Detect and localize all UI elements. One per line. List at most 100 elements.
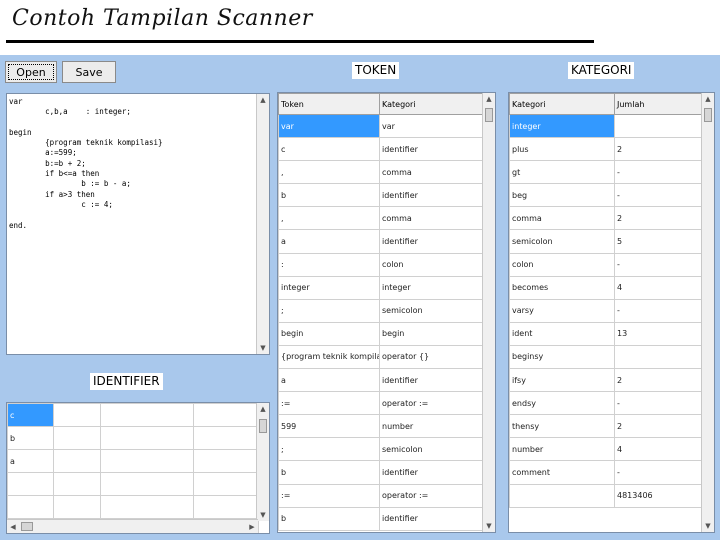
column-header[interactable]: Token xyxy=(278,93,380,115)
empty-cell[interactable] xyxy=(193,403,259,427)
table-cell[interactable]: becomes xyxy=(509,275,615,300)
table-row[interactable]: c identifier xyxy=(278,137,485,162)
scroll-thumb[interactable] xyxy=(21,522,33,531)
table-cell[interactable]: semicolon xyxy=(379,298,485,323)
table-cell[interactable]: b xyxy=(278,460,380,485)
table-cell[interactable]: , xyxy=(278,160,380,185)
table-cell[interactable]: comma xyxy=(379,206,485,231)
table-cell[interactable]: - xyxy=(614,298,704,323)
table-cell[interactable]: operator := xyxy=(379,391,485,416)
table-cell[interactable]: 4813406 xyxy=(614,483,704,508)
table-row[interactable]: , comma xyxy=(278,206,485,231)
table-cell[interactable]: 2 xyxy=(614,206,704,231)
table-cell[interactable]: identifier xyxy=(379,506,485,531)
table-cell[interactable]: 5 xyxy=(614,229,704,254)
table-row[interactable]: : colon xyxy=(278,252,485,277)
table-cell[interactable]: ; xyxy=(278,437,380,462)
table-cell[interactable]: identifier xyxy=(379,229,485,254)
scroll-down-arrow-icon[interactable]: ▼ xyxy=(257,509,269,521)
table-cell[interactable]: thensy xyxy=(509,414,615,439)
identifier-cell[interactable]: a xyxy=(7,449,54,473)
scroll-left-arrow-icon[interactable]: ◀ xyxy=(7,520,19,533)
table-row[interactable]: b xyxy=(7,426,259,450)
identifier-vertical-scrollbar[interactable]: ▲ ▼ xyxy=(256,403,269,521)
table-cell[interactable]: var xyxy=(278,113,380,139)
table-cell[interactable]: 4 xyxy=(614,275,704,300)
table-cell[interactable]: ident xyxy=(509,321,615,346)
table-cell[interactable]: var xyxy=(379,113,485,139)
table-cell[interactable]: colon xyxy=(509,252,615,277)
table-cell[interactable]: integer xyxy=(278,275,380,300)
empty-cell[interactable] xyxy=(100,403,194,427)
table-cell[interactable]: plus xyxy=(509,137,615,162)
table-row[interactable]: colon - xyxy=(509,252,704,277)
table-row[interactable] xyxy=(7,472,259,496)
table-cell[interactable]: operator := xyxy=(379,483,485,508)
table-row[interactable]: beg - xyxy=(509,183,704,208)
scroll-up-arrow-icon[interactable]: ▲ xyxy=(257,403,269,415)
table-cell[interactable]: varsy xyxy=(509,298,615,323)
table-row[interactable]: a identifier xyxy=(278,368,485,393)
empty-cell[interactable] xyxy=(53,495,101,519)
table-row[interactable]: a xyxy=(7,449,259,473)
table-cell[interactable]: identifier xyxy=(379,137,485,162)
table-cell[interactable]: identifier xyxy=(379,460,485,485)
table-row[interactable]: varsy - xyxy=(509,298,704,323)
table-cell[interactable]: comma xyxy=(379,160,485,185)
table-cell[interactable]: operator {} xyxy=(379,344,485,370)
scroll-down-arrow-icon[interactable]: ▼ xyxy=(702,520,714,532)
column-header[interactable]: Jumlah xyxy=(614,93,704,115)
table-cell[interactable]: - xyxy=(614,252,704,277)
table-cell[interactable]: integer xyxy=(509,113,615,139)
table-cell[interactable]: c xyxy=(278,137,380,162)
table-cell[interactable]: 13 xyxy=(614,321,704,346)
table-cell[interactable]: a xyxy=(278,229,380,254)
table-row[interactable]: semicolon 5 xyxy=(509,229,704,254)
table-cell[interactable]: a xyxy=(278,368,380,393)
table-row[interactable]: := operator := xyxy=(278,483,485,508)
editor-vertical-scrollbar[interactable]: ▲ ▼ xyxy=(256,94,269,354)
table-cell[interactable]: comment xyxy=(509,460,615,485)
table-row[interactable]: endsy - xyxy=(509,391,704,416)
table-cell[interactable] xyxy=(614,344,704,370)
table-row[interactable]: gt - xyxy=(509,160,704,185)
table-cell[interactable]: ifsy xyxy=(509,368,615,393)
table-cell[interactable]: begin xyxy=(379,321,485,346)
table-cell[interactable]: comma xyxy=(509,206,615,231)
empty-cell[interactable] xyxy=(193,495,259,519)
table-row[interactable]: ifsy 2 xyxy=(509,368,704,393)
table-cell[interactable]: ; xyxy=(278,298,380,323)
scroll-thumb[interactable] xyxy=(485,108,493,122)
table-row[interactable]: integer xyxy=(509,113,704,139)
table-row[interactable]: b identifier xyxy=(278,460,485,485)
table-row[interactable]: plus 2 xyxy=(509,137,704,162)
table-cell[interactable]: - xyxy=(614,160,704,185)
table-cell[interactable]: - xyxy=(614,391,704,416)
table-cell[interactable]: : xyxy=(278,252,380,277)
scroll-right-arrow-icon[interactable]: ▶ xyxy=(246,520,258,533)
table-row[interactable]: ; semicolon xyxy=(278,298,485,323)
identifier-cell[interactable] xyxy=(7,495,54,519)
column-header[interactable]: Kategori xyxy=(379,93,485,115)
table-row[interactable]: 4813406 xyxy=(509,483,704,508)
scroll-down-arrow-icon[interactable]: ▼ xyxy=(257,342,269,354)
scroll-thumb[interactable] xyxy=(259,419,267,433)
table-row[interactable]: , comma xyxy=(278,160,485,185)
table-row[interactable]: becomes 4 xyxy=(509,275,704,300)
identifier-cell[interactable]: b xyxy=(7,426,54,450)
table-row[interactable]: integer integer xyxy=(278,275,485,300)
table-cell[interactable]: 2 xyxy=(614,368,704,393)
empty-cell[interactable] xyxy=(100,449,194,473)
table-cell[interactable]: 599 xyxy=(278,414,380,439)
empty-cell[interactable] xyxy=(53,472,101,496)
table-cell[interactable] xyxy=(509,483,615,508)
table-cell[interactable]: number xyxy=(509,437,615,462)
empty-cell[interactable] xyxy=(100,495,194,519)
table-cell[interactable]: number xyxy=(379,414,485,439)
table-row[interactable]: c xyxy=(7,403,259,427)
scroll-up-arrow-icon[interactable]: ▲ xyxy=(257,94,269,106)
kategori-vertical-scrollbar[interactable]: ▲ ▼ xyxy=(701,93,714,532)
table-row[interactable]: ; semicolon xyxy=(278,437,485,462)
table-row[interactable]: ident 13 xyxy=(509,321,704,346)
table-cell[interactable]: b xyxy=(278,506,380,531)
